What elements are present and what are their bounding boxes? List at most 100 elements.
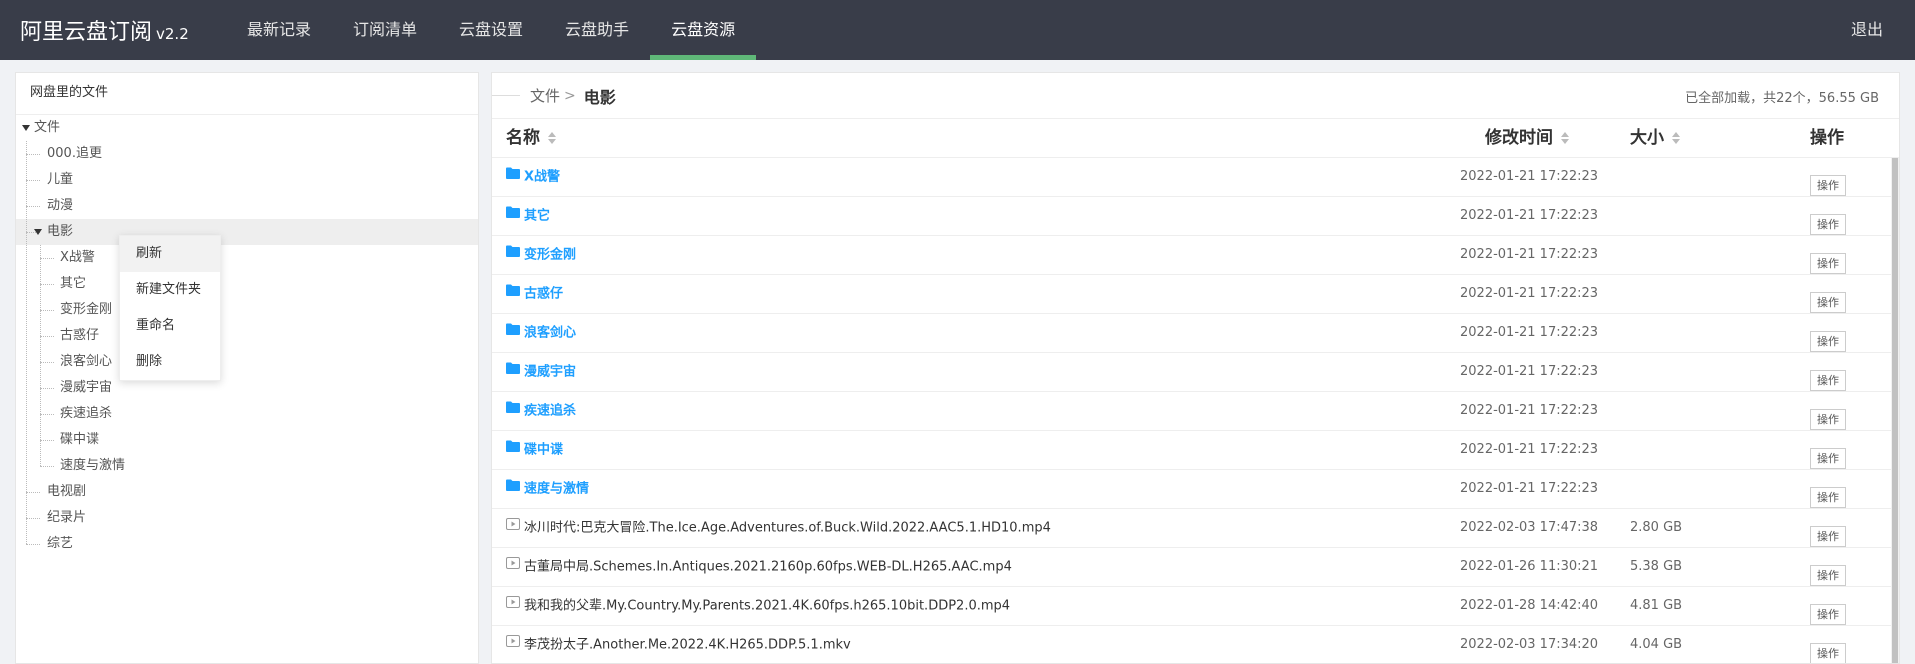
tree-node-label: 疾速追杀 — [60, 406, 113, 421]
action-button[interactable]: 操作 — [1810, 370, 1846, 391]
folder-name-cell[interactable]: 古惑仔 — [506, 275, 563, 314]
tree-node[interactable]: 碟中谍 — [16, 427, 478, 453]
action-button[interactable]: 操作 — [1810, 565, 1846, 586]
action-button[interactable]: 操作 — [1810, 214, 1846, 235]
tree-node-label: 000.追更 — [47, 146, 102, 161]
context-menu-item[interactable]: 刷新 — [120, 236, 220, 272]
item-name[interactable]: 变形金刚 — [524, 248, 576, 263]
folder-name-cell[interactable]: 速度与激情 — [506, 470, 589, 509]
folder-name-cell[interactable]: 碟中谍 — [506, 431, 563, 470]
table-row[interactable]: 浪客剑心 2022-01-21 17:22:23 操作 — [492, 314, 1899, 353]
action-button[interactable]: 操作 — [1810, 643, 1846, 663]
file-name-cell[interactable]: 我和我的父辈.My.Country.My.Parents.2021.4K.60f… — [506, 587, 1010, 626]
item-name[interactable]: 疾速追杀 — [524, 404, 576, 419]
item-name[interactable]: 冰川时代:巴克大冒险.The.Ice.Age.Adventures.of.Buc… — [524, 521, 1051, 536]
context-menu-item[interactable]: 删除 — [120, 344, 220, 380]
tree-connector — [40, 466, 54, 467]
column-name[interactable]: 名称 — [506, 119, 556, 157]
tree-connector — [40, 388, 54, 389]
table-row[interactable]: 碟中谍 2022-01-21 17:22:23 操作 — [492, 431, 1899, 470]
tree-node[interactable]: 电影 — [16, 219, 478, 245]
item-name[interactable]: 古董局中局.Schemes.In.Antiques.2021.2160p.60f… — [524, 560, 1012, 575]
nav-item-2[interactable]: 云盘设置 — [438, 0, 544, 60]
file-tree-panel: 网盘里的文件 文件 000.追更 儿童 动漫 电影 X战警 其它 变形金刚 古惑仔 浪客剑心 漫威宇… — [15, 72, 479, 664]
tree-node[interactable]: 浪客剑心 — [16, 349, 478, 375]
tree-node[interactable]: 纪录片 — [16, 505, 478, 531]
modified-time: 2022-01-21 17:22:23 — [1460, 403, 1599, 418]
nav-item-0[interactable]: 最新记录 — [226, 0, 332, 60]
tree-node[interactable]: 速度与激情 — [16, 453, 478, 479]
folder-name-cell[interactable]: 疾速追杀 — [506, 392, 576, 431]
action-button[interactable]: 操作 — [1810, 175, 1846, 196]
tree-node[interactable]: 电视剧 — [16, 479, 478, 505]
sort-icon[interactable] — [1672, 132, 1680, 144]
scrollbar-thumb[interactable] — [1892, 158, 1898, 663]
folder-name-cell[interactable]: 漫威宇宙 — [506, 353, 576, 392]
table-row[interactable]: 古惑仔 2022-01-21 17:22:23 操作 — [492, 275, 1899, 314]
column-modified[interactable]: 修改时间 — [1485, 119, 1569, 157]
action-button[interactable]: 操作 — [1810, 409, 1846, 430]
table-row[interactable]: 漫威宇宙 2022-01-21 17:22:23 操作 — [492, 353, 1899, 392]
action-button[interactable]: 操作 — [1810, 292, 1846, 313]
expand-arrow-icon[interactable] — [34, 229, 42, 235]
folder-name-cell[interactable]: 浪客剑心 — [506, 314, 576, 353]
item-name[interactable]: 其它 — [524, 209, 550, 224]
action-button[interactable]: 操作 — [1810, 331, 1846, 352]
tree-node[interactable]: 000.追更 — [16, 141, 478, 167]
table-row[interactable]: 古董局中局.Schemes.In.Antiques.2021.2160p.60f… — [492, 548, 1899, 587]
modified-time: 2022-01-21 17:22:23 — [1460, 286, 1599, 301]
table-row[interactable]: 其它 2022-01-21 17:22:23 操作 — [492, 197, 1899, 236]
item-name[interactable]: 速度与激情 — [524, 482, 589, 497]
tree-node[interactable]: 儿童 — [16, 167, 478, 193]
table-row[interactable]: 速度与激情 2022-01-21 17:22:23 操作 — [492, 470, 1899, 509]
context-menu-item[interactable]: 新建文件夹 — [120, 272, 220, 308]
item-name[interactable]: 我和我的父辈.My.Country.My.Parents.2021.4K.60f… — [524, 599, 1010, 614]
folder-name-cell[interactable]: 变形金刚 — [506, 236, 576, 275]
item-name[interactable]: 浪客剑心 — [524, 326, 576, 341]
action-button[interactable]: 操作 — [1810, 448, 1846, 469]
nav-item-1[interactable]: 订阅清单 — [332, 0, 438, 60]
table-row[interactable]: 冰川时代:巴克大冒险.The.Ice.Age.Adventures.of.Buc… — [492, 509, 1899, 548]
item-name[interactable]: 古惑仔 — [524, 287, 563, 302]
folder-icon — [506, 157, 520, 195]
action-button[interactable]: 操作 — [1810, 526, 1846, 547]
context-menu-item[interactable]: 重命名 — [120, 308, 220, 344]
tree-node[interactable]: 其它 — [16, 271, 478, 297]
tree-node-root[interactable]: 文件 — [16, 115, 478, 141]
item-name[interactable]: 碟中谍 — [524, 443, 563, 458]
action-button[interactable]: 操作 — [1810, 253, 1846, 274]
table-row[interactable]: 李茂扮太子.Another.Me.2022.4K.H265.DDP.5.1.mk… — [492, 626, 1899, 663]
folder-name-cell[interactable]: 其它 — [506, 197, 550, 236]
sort-icon[interactable] — [1561, 132, 1569, 144]
file-name-cell[interactable]: 冰川时代:巴克大冒险.The.Ice.Age.Adventures.of.Buc… — [506, 509, 1051, 548]
file-name-cell[interactable]: 古董局中局.Schemes.In.Antiques.2021.2160p.60f… — [506, 548, 1012, 587]
table-row[interactable]: 变形金刚 2022-01-21 17:22:23 操作 — [492, 236, 1899, 275]
breadcrumb-separator: > — [564, 87, 576, 104]
tree-node[interactable]: 综艺 — [16, 531, 478, 557]
action-button[interactable]: 操作 — [1810, 487, 1846, 508]
item-name[interactable]: 李茂扮太子.Another.Me.2022.4K.H265.DDP.5.1.mk… — [524, 638, 851, 653]
tree-connector — [40, 245, 41, 466]
item-name[interactable]: X战警 — [524, 170, 560, 185]
sort-icon[interactable] — [548, 132, 556, 144]
nav-item-3[interactable]: 云盘助手 — [544, 0, 650, 60]
tree-node[interactable]: 古惑仔 — [16, 323, 478, 349]
logout-link[interactable]: 退出 — [1851, 0, 1883, 60]
tree-node[interactable]: 变形金刚 — [16, 297, 478, 323]
table-row[interactable]: 疾速追杀 2022-01-21 17:22:23 操作 — [492, 392, 1899, 431]
table-row[interactable]: X战警 2022-01-21 17:22:23 操作 — [492, 158, 1899, 197]
expand-arrow-icon[interactable] — [22, 125, 30, 131]
nav-item-4[interactable]: 云盘资源 — [650, 0, 757, 60]
tree-node[interactable]: 动漫 — [16, 193, 478, 219]
tree-node[interactable]: 疾速追杀 — [16, 401, 478, 427]
breadcrumb-root[interactable]: 文件 — [530, 85, 560, 106]
tree-node[interactable]: X战警 — [16, 245, 478, 271]
file-name-cell[interactable]: 李茂扮太子.Another.Me.2022.4K.H265.DDP.5.1.mk… — [506, 626, 851, 663]
modified-time: 2022-02-03 17:47:38 — [1460, 520, 1599, 535]
folder-name-cell[interactable]: X战警 — [506, 158, 560, 197]
action-button[interactable]: 操作 — [1810, 604, 1846, 625]
tree-node[interactable]: 漫威宇宙 — [16, 375, 478, 401]
column-size[interactable]: 大小 — [1630, 119, 1680, 157]
table-row[interactable]: 我和我的父辈.My.Country.My.Parents.2021.4K.60f… — [492, 587, 1899, 626]
item-name[interactable]: 漫威宇宙 — [524, 365, 576, 380]
